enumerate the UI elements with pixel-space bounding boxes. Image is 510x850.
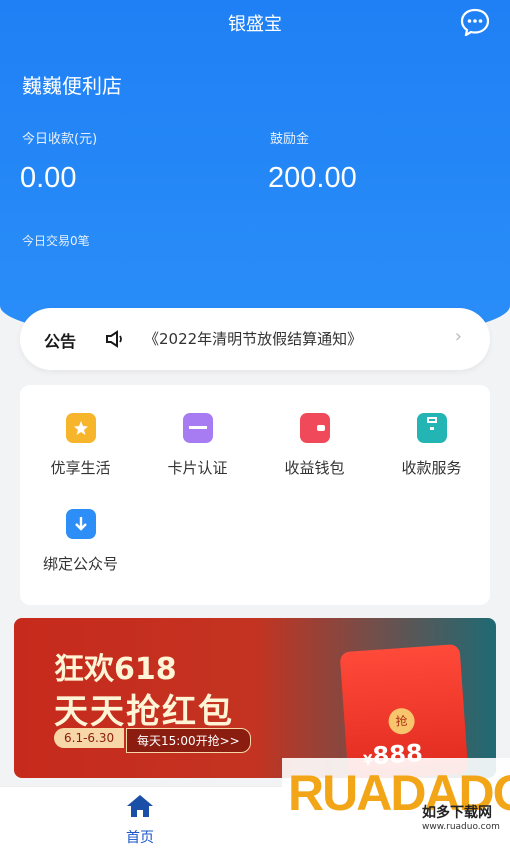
banner-line1: 狂欢618 — [54, 652, 177, 687]
watermark-url: www.ruaduo.com — [422, 822, 500, 832]
download-icon — [65, 509, 96, 539]
star-icon — [65, 413, 96, 443]
today-income-value[interactable]: 0.00 — [20, 162, 76, 195]
bonus-value[interactable]: 200.00 — [268, 162, 357, 195]
service-item-wallet[interactable]: 收益钱包 — [256, 413, 373, 478]
service-item-official-account[interactable]: 绑定公众号 — [22, 509, 139, 574]
tab-home[interactable]: 首页 — [110, 793, 170, 847]
tab-home-label: 首页 — [126, 830, 154, 846]
watermark-logo: RUADADO 如多下载网 www.ruaduo.com — [282, 758, 510, 850]
header-panel: 银盛宝 巍巍便利店 今日收款(元) 鼓励金 0.00 200.00 今日交易0笔 — [0, 0, 510, 345]
watermark-cn: 如多下载网 — [422, 805, 492, 821]
notice-text: 《2022年清明节放假结算通知》 — [144, 330, 363, 348]
banner-line2: 天天抢红包 — [54, 692, 234, 732]
store-name: 巍巍便利店 — [22, 74, 122, 98]
bonus-label: 鼓励金 — [270, 132, 310, 147]
service-item-life[interactable]: 优享生活 — [22, 413, 139, 478]
service-label: 卡片认证 — [167, 459, 228, 477]
chat-bubble-icon[interactable] — [460, 8, 490, 36]
banner-date-range: 6.1-6.30 — [54, 728, 125, 748]
banner-daily-time: 每天15:00开抢>> — [126, 728, 251, 753]
speaker-icon — [106, 330, 122, 348]
notice-bar[interactable]: 公告 《2022年清明节放假结算通知》 › — [20, 308, 490, 370]
card-icon — [182, 413, 213, 443]
today-transactions: 今日交易0笔 — [22, 234, 90, 248]
service-label: 收益钱包 — [284, 459, 345, 477]
app-title: 银盛宝 — [228, 14, 282, 35]
service-label: 优享生活 — [50, 459, 111, 477]
service-item-payment[interactable]: 收款服务 — [373, 413, 490, 478]
watermark-a: RUA — [288, 765, 392, 821]
chevron-right-icon: › — [454, 326, 462, 347]
wallet-icon — [299, 413, 330, 443]
service-label: 收款服务 — [401, 459, 462, 477]
promo-banner[interactable]: 狂欢618 天天抢红包 6.1-6.30 每天15:00开抢>> 抢 ¥888 — [14, 618, 496, 778]
services-grid: 优享生活 卡片认证 收益钱包 收款服务 绑定公众号 — [20, 385, 490, 605]
red-packet-badge: 抢 — [387, 707, 416, 736]
notice-badge: 公告 — [44, 332, 77, 351]
service-label: 绑定公众号 — [42, 555, 118, 573]
briefcase-icon — [416, 413, 447, 443]
home-icon — [127, 795, 153, 817]
today-income-label: 今日收款(元) — [22, 132, 98, 147]
service-item-card[interactable]: 卡片认证 — [139, 413, 256, 478]
